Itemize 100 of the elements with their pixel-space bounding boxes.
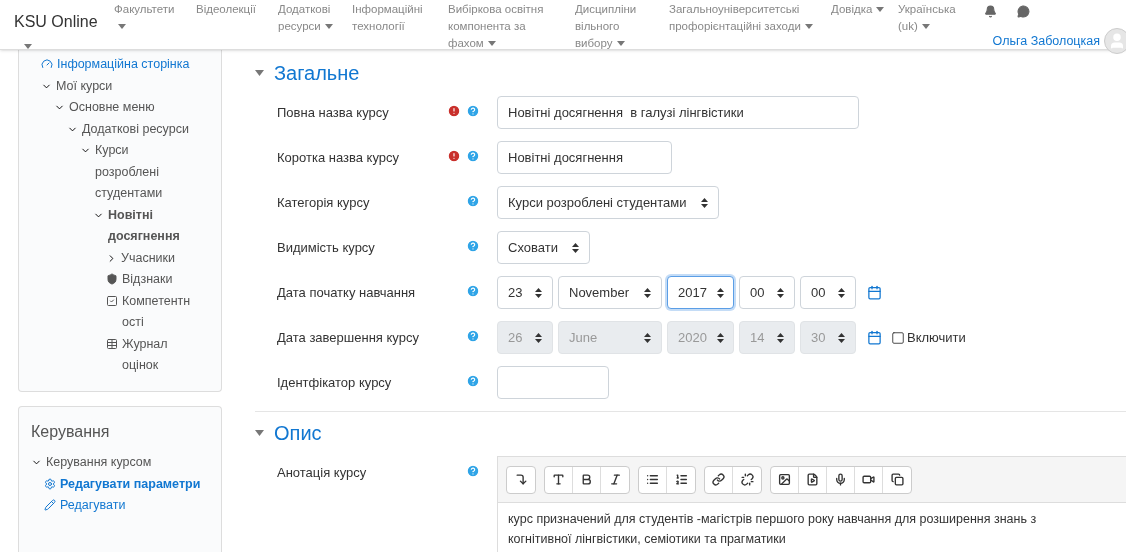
nav-menu-item[interactable]: Українська (uk) — [898, 1, 966, 52]
italic-icon — [608, 473, 622, 486]
caret-icon — [324, 24, 333, 30]
text-field[interactable]: Новітні досягнення в галузі лінгвістики — [497, 96, 859, 129]
text-field[interactable] — [497, 366, 609, 399]
tree-item[interactable]: Журнал оцінок — [122, 333, 195, 377]
bulleted-list-icon — [646, 473, 659, 486]
field-label: Повна назва курсу — [277, 104, 390, 122]
sort-arrows-icon — [838, 287, 845, 298]
field-label: Коротка назва курсу — [277, 149, 400, 167]
nav-menu-item[interactable]: Факультети — [114, 1, 184, 52]
sort-arrows-icon — [644, 287, 651, 298]
sort-arrows-icon — [644, 332, 651, 343]
sort-arrows-icon — [700, 197, 708, 208]
checkbox-empty-icon — [891, 330, 905, 345]
pencil-icon — [44, 499, 56, 511]
collapse-caret-icon[interactable] — [255, 70, 264, 76]
sort-arrows-icon — [716, 287, 724, 298]
nav-menu-item[interactable]: Відеолекції — [196, 1, 266, 52]
unlink-icon — [740, 473, 754, 486]
field-label: Дата початку навчання — [277, 284, 417, 302]
tree-item[interactable]: Новітні досягнення — [108, 204, 195, 248]
help-icon[interactable] — [466, 149, 480, 163]
dropdown-select[interactable]: Курси розроблені студентами — [497, 186, 719, 219]
user-silhouette-icon — [1108, 32, 1126, 50]
date-part-select[interactable]: November — [558, 276, 662, 309]
caret-icon — [616, 41, 625, 47]
caret-icon — [118, 24, 126, 30]
section-heading[interactable]: Опис — [274, 420, 322, 446]
date-part-select[interactable]: 00 — [739, 276, 795, 309]
tree-item[interactable]: Додаткові ресурси — [82, 118, 189, 140]
caret-icon — [804, 24, 813, 30]
block-title: Керування — [31, 421, 111, 442]
user-name-link[interactable]: Ольга Заболоцкая — [992, 31, 1100, 51]
tree-item[interactable]: Мої курси — [56, 75, 113, 97]
sort-arrows-icon — [535, 332, 542, 343]
site-brand[interactable]: KSU Online — [14, 10, 114, 34]
gear-icon — [44, 477, 56, 490]
editor-text: курс призначений для студентів -магістрів першого року навчання для розширення знань з когнітивної лінгвістики, семіотики та прагматики — [507, 511, 1038, 548]
shield-icon — [106, 273, 118, 285]
bold-icon — [580, 473, 593, 486]
tree-item[interactable]: Основне меню — [69, 97, 155, 119]
nav-menu-item[interactable]: Дисципліни вільного вибору — [575, 1, 657, 52]
date-part-select[interactable]: 23 — [497, 276, 553, 309]
media-file-icon — [806, 473, 819, 486]
date-part-select[interactable]: 2017 — [667, 276, 734, 309]
sort-arrows-icon — [535, 287, 542, 298]
sort-arrows-icon — [571, 242, 579, 253]
insert-icon — [514, 473, 528, 486]
nav-menu-item[interactable]: Загальноуніверситетські профорієнтаційні заходи — [669, 1, 819, 52]
field-label: Видимість курсу — [277, 239, 376, 257]
field-label: Ідентфікатор курсу — [277, 374, 393, 392]
text-field[interactable]: Новітні досягнення — [497, 141, 672, 174]
tree-item[interactable]: Відзнаки — [122, 269, 173, 291]
notification-bell-icon[interactable] — [984, 5, 997, 18]
nav-menu-item[interactable]: Довідка — [831, 1, 886, 52]
image-icon — [778, 473, 791, 486]
tree-item[interactable]: Редагувати — [60, 495, 126, 517]
sort-arrows-icon — [838, 332, 845, 343]
calendar-icon[interactable] — [867, 285, 882, 300]
dropdown-select[interactable]: Сховати — [497, 231, 590, 264]
calendar-icon[interactable] — [867, 330, 882, 345]
caret-icon — [876, 7, 885, 13]
field-label: Анотація курсу — [277, 464, 368, 482]
collapse-caret-icon[interactable] — [255, 430, 264, 436]
nav-menu-item[interactable]: Додаткові ресурси — [278, 1, 340, 52]
dashboard-icon — [41, 58, 53, 70]
nav-menu-item[interactable]: Інформаційні технології — [352, 1, 436, 52]
date-part-select[interactable]: 00 — [800, 276, 856, 309]
field-label: Дата завершення курсу — [277, 329, 420, 347]
section-heading[interactable]: Загальне — [274, 60, 360, 86]
table-icon — [106, 337, 118, 350]
sort-arrows-icon — [777, 287, 784, 298]
nav-menu-item[interactable]: Вибіркова освітня компонента за фахом — [448, 1, 563, 52]
tree-item[interactable]: Керування курсом — [46, 452, 152, 474]
caret-icon — [487, 41, 496, 47]
help-icon[interactable] — [466, 284, 480, 298]
help-icon[interactable] — [466, 194, 480, 208]
text-editor[interactable]: курс призначений для студентів -магістрів першого року навчання для розширення знань з когнітивної лінгвістики, семіотики та прагматики — [497, 456, 1126, 552]
tree-item[interactable]: Редагувати параметри — [60, 473, 201, 495]
checkbox-icon — [106, 294, 118, 307]
help-icon[interactable] — [466, 464, 480, 478]
field-label: Категорія курсу — [277, 194, 371, 212]
help-icon[interactable] — [466, 239, 480, 253]
tree-item[interactable]: Компетентності — [122, 290, 195, 334]
sort-arrows-icon — [777, 332, 784, 343]
numbered-list-icon — [674, 473, 688, 486]
tree-item[interactable]: Інформаційна сторінка — [57, 54, 190, 76]
video-camera-icon — [862, 473, 875, 486]
copy-icon — [890, 473, 904, 486]
tree-item[interactable]: Курси розроблені студентами — [95, 140, 195, 205]
help-icon[interactable] — [466, 329, 480, 343]
help-icon[interactable] — [466, 374, 480, 388]
tree-item[interactable]: Учасники — [121, 247, 175, 269]
microphone-icon — [834, 473, 847, 486]
link-icon — [712, 473, 725, 486]
help-icon[interactable] — [466, 104, 480, 118]
sort-arrows-icon — [716, 332, 724, 343]
font-style-icon — [552, 473, 565, 486]
messages-icon[interactable] — [1017, 5, 1030, 18]
